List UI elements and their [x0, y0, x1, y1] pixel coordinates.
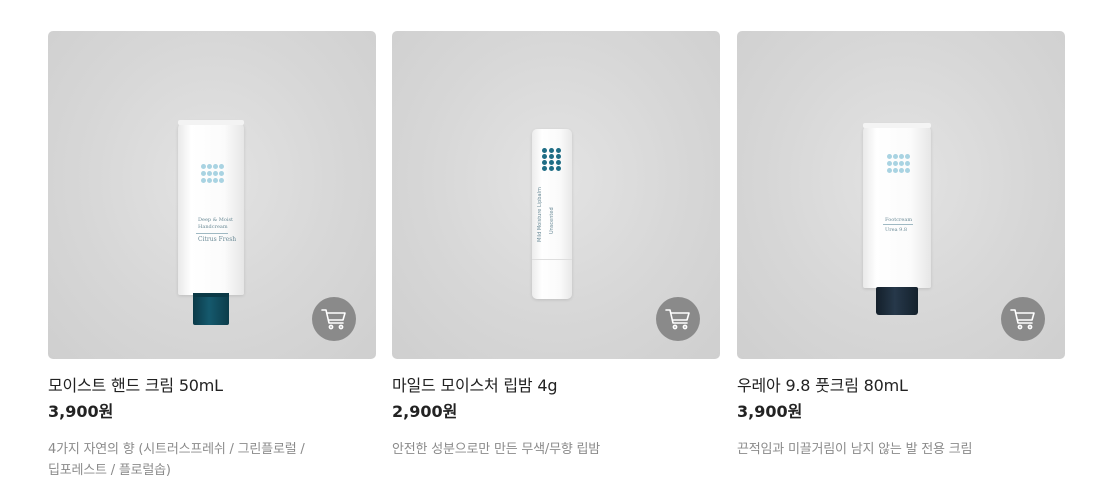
product-price: 3,900원: [737, 402, 803, 421]
tube-label-line3: Citrus Fresh: [198, 236, 237, 243]
product-card[interactable]: Mild Moisture Lipbalm Unscented 마일드 모이스처…: [392, 31, 720, 460]
product-name[interactable]: 마일드 모이스처 립밤 4g: [392, 374, 720, 398]
product-name[interactable]: 모이스트 핸드 크림 50mL: [48, 374, 376, 398]
product-description-line: 4가지 자연의 향 (시트러스프레쉬 / 그린플로럴 /: [48, 442, 305, 457]
cart-icon: [1010, 309, 1035, 330]
product-description: 안전한 성분으로만 만든 무색/무향 립밤: [392, 439, 692, 460]
product-description-line: 딥포레스트 / 플로럴솝): [48, 463, 171, 478]
brand-dots-logo: [201, 164, 224, 184]
tube-label-line1: Deep & Moist: [198, 217, 234, 223]
product-card[interactable]: Footcream Urea 9.8 우레아 9.8 풋크림 80mL 3,90…: [737, 31, 1065, 460]
product-description-line: 안전한 성분으로만 만든 무색/무향 립밤: [392, 442, 601, 457]
tube-crimp: [863, 123, 931, 128]
product-name[interactable]: 우레아 9.8 풋크림 80mL: [737, 374, 1065, 398]
product-card[interactable]: Deep & Moist Handcream Citrus Fresh 모이스트…: [48, 31, 376, 481]
product-grid: Deep & Moist Handcream Citrus Fresh 모이스트…: [0, 0, 1117, 492]
product-image[interactable]: Mild Moisture Lipbalm Unscented: [392, 31, 720, 359]
product-description-line: 끈적임과 미끌거림이 남지 않는 발 전용 크림: [737, 442, 973, 457]
cart-icon: [665, 309, 690, 330]
brand-dots-logo: [542, 148, 564, 174]
tube-label-line2: Handcream: [198, 224, 228, 230]
cart-icon: [321, 309, 346, 330]
tube-cap: [876, 287, 918, 315]
tube-cap: [193, 295, 229, 325]
add-to-cart-button[interactable]: [312, 297, 356, 341]
cap-rim: [193, 293, 229, 297]
add-to-cart-button[interactable]: [656, 297, 700, 341]
footcream-tube-illustration: [863, 124, 931, 288]
product-description: 끈적임과 미끌거림이 남지 않는 발 전용 크림: [737, 439, 1037, 460]
add-to-cart-button[interactable]: [1001, 297, 1045, 341]
product-price: 2,900원: [392, 402, 458, 421]
stick-label-line1: Mild Moisture Lipbalm: [537, 187, 543, 242]
tube-label-divider: [196, 233, 228, 234]
tube-label-line1: Footcream: [885, 217, 913, 223]
tube-label-line2: Urea 9.8: [885, 227, 908, 233]
stick-label-line2: Unscented: [549, 207, 555, 234]
tube-label-divider: [883, 224, 913, 225]
handcream-tube-illustration: [178, 121, 244, 295]
product-price: 3,900원: [48, 402, 114, 421]
tube-crimp: [178, 120, 244, 125]
product-description: 4가지 자연의 향 (시트러스프레쉬 / 그린플로럴 / 딥포레스트 / 플로럴…: [48, 439, 348, 481]
product-image[interactable]: Footcream Urea 9.8: [737, 31, 1065, 359]
brand-dots-logo: [887, 154, 910, 174]
stick-seam: [532, 259, 572, 260]
product-image[interactable]: Deep & Moist Handcream Citrus Fresh: [48, 31, 376, 359]
